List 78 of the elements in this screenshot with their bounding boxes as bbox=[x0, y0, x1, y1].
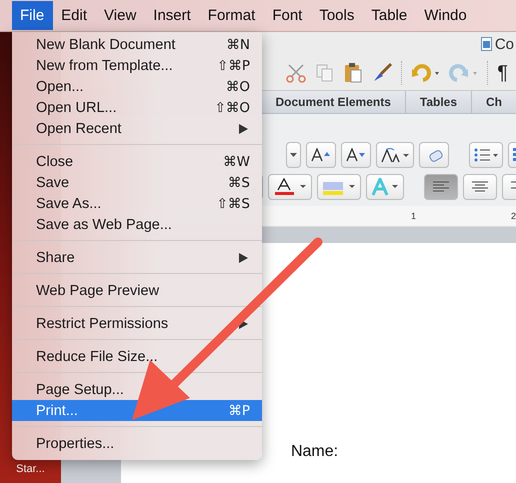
document-icon bbox=[480, 37, 492, 51]
menu-item[interactable]: New from Template... ⇧⌘P bbox=[12, 55, 262, 76]
shortcut-label: ⌘O bbox=[226, 78, 250, 94]
menu-item-label: Open Recent bbox=[36, 120, 122, 136]
grow-font-icon bbox=[310, 148, 332, 162]
alignment-button[interactable] bbox=[463, 174, 497, 200]
menu-item-label: Close bbox=[36, 154, 74, 170]
menu-item-label: Open URL... bbox=[36, 100, 118, 116]
menu-item[interactable]: Print... ⌘P bbox=[12, 400, 262, 421]
menu-item[interactable]: Share bbox=[12, 247, 262, 268]
menu-item[interactable]: Page Setup... bbox=[12, 379, 262, 400]
menu-item-label: Print... bbox=[36, 402, 79, 418]
change-case-icon bbox=[380, 147, 410, 163]
menu-item[interactable]: Open... ⌘O bbox=[12, 76, 262, 97]
menu-item-label: New Blank Document bbox=[36, 36, 176, 52]
align-icon bbox=[432, 181, 450, 193]
menu-bar-item[interactable]: Tools bbox=[311, 1, 364, 30]
ruler-number: 2 bbox=[510, 211, 516, 221]
ruler-number: 1 bbox=[410, 211, 416, 221]
shortcut-label: ⌘W bbox=[223, 154, 250, 170]
menu-item[interactable]: Properties... bbox=[12, 433, 262, 454]
menu-item[interactable]: Open URL... ⇧⌘O bbox=[12, 97, 262, 118]
alignment-button[interactable] bbox=[424, 174, 458, 200]
menu-bar-item[interactable]: Table bbox=[363, 1, 416, 30]
show-formatting-button[interactable]: ¶ bbox=[497, 62, 508, 84]
menu-bar-item[interactable]: Insert bbox=[145, 1, 200, 30]
bullet-list-icon bbox=[473, 148, 499, 162]
desktop-icon-label[interactable]: Star... bbox=[16, 463, 45, 475]
menu-bar-item[interactable]: File bbox=[12, 1, 54, 30]
menu-item[interactable]: Close ⌘W bbox=[12, 151, 262, 172]
caret-icon bbox=[290, 153, 297, 157]
ribbon-tab[interactable]: Tables bbox=[404, 91, 471, 113]
paste-icon[interactable] bbox=[343, 62, 364, 84]
menu-item-label: Save As... bbox=[36, 196, 102, 212]
menu-item-label: Save bbox=[36, 174, 70, 190]
menu-item-label: Page Setup... bbox=[36, 382, 125, 398]
menu-item-label: Share bbox=[36, 250, 76, 266]
menu-item[interactable]: New Blank Document ⌘N bbox=[12, 34, 262, 55]
dropdown-button[interactable] bbox=[286, 142, 301, 168]
menu-item[interactable]: Save As... ⇧⌘S bbox=[12, 193, 262, 214]
menu-item[interactable]: Reduce File Size... bbox=[12, 346, 262, 367]
menu-item[interactable]: Web Page Preview bbox=[12, 280, 262, 301]
text-effects-icon bbox=[370, 178, 400, 196]
font-color-icon bbox=[272, 178, 308, 196]
menu-item[interactable]: Restrict Permissions bbox=[12, 313, 262, 334]
ribbon-tab[interactable]: Ch bbox=[471, 91, 516, 113]
menu-bar-item[interactable]: Edit bbox=[53, 1, 96, 30]
menu-item-label: New from Template... bbox=[36, 58, 174, 74]
shortcut-label: ⇧⌘P bbox=[217, 58, 250, 74]
align-icon bbox=[471, 181, 489, 193]
shortcut-label: ⌘P bbox=[228, 402, 250, 418]
menu-item-label: Open... bbox=[36, 78, 85, 94]
shortcut-label: ⌘S bbox=[228, 174, 250, 190]
clear-formatting-button[interactable] bbox=[419, 142, 449, 168]
menu-item[interactable]: Save as Web Page... bbox=[12, 214, 262, 235]
shortcut-label: ⌘N bbox=[226, 36, 250, 52]
menu-bar-item[interactable]: Windo bbox=[416, 1, 476, 30]
paintbrush-icon[interactable] bbox=[371, 62, 394, 84]
shrink-font-button[interactable] bbox=[341, 142, 371, 168]
shortcut-label: ⇧⌘S bbox=[216, 196, 250, 212]
bullets-button[interactable] bbox=[469, 142, 503, 168]
menu-bar-item[interactable]: Format bbox=[200, 1, 264, 30]
menu-item-label: Save as Web Page... bbox=[36, 216, 173, 232]
change-case-button[interactable] bbox=[376, 142, 414, 168]
menu-item-label: Web Page Preview bbox=[36, 282, 160, 298]
shortcut-label: ⇧⌘O bbox=[214, 100, 250, 116]
menu-item-label: Restrict Permissions bbox=[36, 316, 170, 332]
menu-item-label: Properties... bbox=[36, 436, 116, 452]
document-text: Name: bbox=[290, 443, 338, 460]
shrink-font-icon bbox=[345, 148, 367, 162]
window-title: Co bbox=[494, 36, 515, 52]
menu-bar-item[interactable]: Font bbox=[264, 1, 312, 30]
menu-item[interactable]: Save ⌘S bbox=[12, 172, 262, 193]
menu-item-label: Reduce File Size... bbox=[36, 348, 159, 364]
menu-item[interactable]: Open Recent bbox=[12, 118, 262, 139]
grow-font-button[interactable] bbox=[306, 142, 336, 168]
menu-bar-item[interactable]: View bbox=[96, 1, 146, 30]
font-color-button[interactable] bbox=[268, 174, 312, 200]
